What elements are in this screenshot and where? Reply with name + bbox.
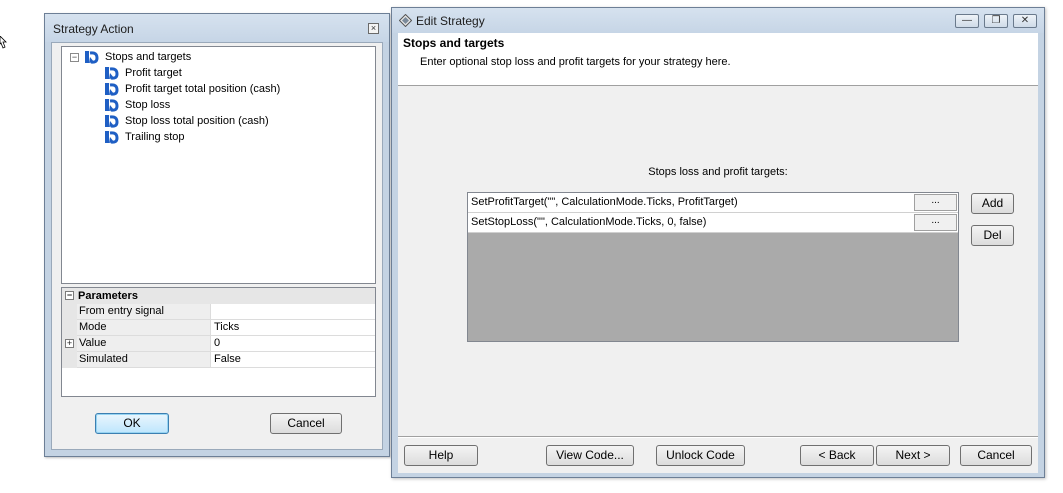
param-name: From entry signal [77, 304, 211, 320]
action-arrow-icon [105, 115, 119, 128]
tree-node-stop-loss-total[interactable]: Stop loss total position (cash) [62, 113, 362, 129]
close-icon[interactable]: × [368, 23, 379, 34]
add-button[interactable]: Add [971, 193, 1014, 214]
ok-button[interactable]: OK [95, 413, 169, 434]
tree-node-label: Profit target [125, 67, 182, 79]
page-title: Stops and targets [403, 36, 505, 50]
window-title: Edit Strategy [416, 14, 485, 28]
param-name: Mode [77, 320, 211, 336]
del-button[interactable]: Del [971, 225, 1014, 246]
footer-divider [398, 436, 1038, 438]
action-arrow-icon [105, 67, 119, 80]
tree-node-profit-target-total[interactable]: Profit target total position (cash) [62, 81, 362, 97]
strategy-action-titlebar[interactable]: Strategy Action × [45, 14, 389, 42]
param-row-simulated[interactable]: Simulated False [62, 352, 375, 368]
tree-node-label: Stops and targets [105, 51, 192, 63]
close-icon[interactable]: ✕ [1013, 14, 1037, 28]
param-name: Value [77, 336, 211, 352]
back-button[interactable]: < Back [800, 445, 874, 466]
tree-node-label: Stop loss total position (cash) [125, 115, 269, 127]
param-value-input[interactable] [211, 304, 375, 320]
list-item-code: SetStopLoss("", CalculationMode.Ticks, 0… [471, 216, 707, 228]
view-code-button[interactable]: View Code... [546, 445, 634, 466]
tree-node-stops-and-targets[interactable]: − Stops and targets [62, 49, 362, 65]
page-description: Enter optional stop loss and profit targ… [420, 56, 731, 68]
tree-node-label: Stop loss [125, 99, 171, 111]
row-gutter: + [62, 336, 77, 352]
tree-node-stop-loss[interactable]: Stop loss [62, 97, 362, 113]
action-arrow-icon [85, 51, 99, 64]
edit-ellipsis-button[interactable]: ... [914, 194, 957, 211]
param-row-from-entry-signal[interactable]: From entry signal [62, 304, 375, 320]
param-value-input[interactable]: False [211, 352, 375, 368]
param-name: Simulated [77, 352, 211, 368]
parameters-header[interactable]: − Parameters [62, 288, 375, 304]
tree-node-label: Trailing stop [125, 131, 185, 143]
tree-node-trailing-stop[interactable]: Trailing stop [62, 129, 362, 145]
mouse-cursor-icon [0, 36, 7, 49]
stops-targets-list[interactable]: SetProfitTarget("", CalculationMode.Tick… [467, 192, 959, 342]
parameters-header-label: Parameters [78, 290, 138, 302]
wizard-header: Stops and targets Enter optional stop lo… [398, 33, 1038, 86]
list-item-code: SetProfitTarget("", CalculationMode.Tick… [471, 196, 738, 208]
row-gutter [62, 320, 77, 336]
row-gutter [62, 352, 77, 368]
action-arrow-icon [105, 83, 119, 96]
app-diamond-icon [399, 14, 412, 27]
edit-ellipsis-button[interactable]: ... [914, 214, 957, 231]
param-value-input[interactable]: Ticks [211, 320, 375, 336]
strategy-action-window: Strategy Action × − Stops and targets Pr… [44, 13, 390, 457]
edit-strategy-window: Edit Strategy — ❐ ✕ Stops and targets En… [391, 7, 1045, 478]
param-value-input[interactable]: 0 [211, 336, 375, 352]
tree-node-label: Profit target total position (cash) [125, 83, 281, 95]
strategy-action-client: − Stops and targets Profit target Profit… [51, 42, 383, 450]
window-title: Strategy Action [53, 22, 134, 36]
minimize-icon[interactable]: — [955, 14, 979, 28]
list-caption: Stops loss and profit targets: [648, 166, 788, 178]
parameters-grid: − Parameters From entry signal Mode Tick… [61, 287, 376, 397]
cancel-button[interactable]: Cancel [270, 413, 342, 434]
tree-node-profit-target[interactable]: Profit target [62, 65, 362, 81]
action-arrow-icon [105, 131, 119, 144]
expand-icon[interactable]: + [65, 339, 74, 348]
cancel-button[interactable]: Cancel [960, 445, 1032, 466]
collapse-icon[interactable]: − [65, 291, 74, 300]
list-item[interactable]: SetProfitTarget("", CalculationMode.Tick… [468, 193, 958, 213]
param-row-mode[interactable]: Mode Ticks [62, 320, 375, 336]
wizard-body: Stops loss and profit targets: SetProfit… [398, 86, 1038, 473]
action-tree[interactable]: − Stops and targets Profit target Profit… [61, 46, 376, 284]
help-button[interactable]: Help [404, 445, 478, 466]
list-item[interactable]: SetStopLoss("", CalculationMode.Ticks, 0… [468, 213, 958, 233]
next-button[interactable]: Next > [876, 445, 950, 466]
unlock-code-button[interactable]: Unlock Code [656, 445, 745, 466]
collapse-icon[interactable]: − [70, 53, 79, 62]
restore-icon[interactable]: ❐ [984, 14, 1008, 28]
action-arrow-icon [105, 99, 119, 112]
param-row-value[interactable]: + Value 0 [62, 336, 375, 352]
row-gutter [62, 304, 77, 320]
edit-strategy-titlebar[interactable]: Edit Strategy — ❐ ✕ [392, 8, 1044, 33]
